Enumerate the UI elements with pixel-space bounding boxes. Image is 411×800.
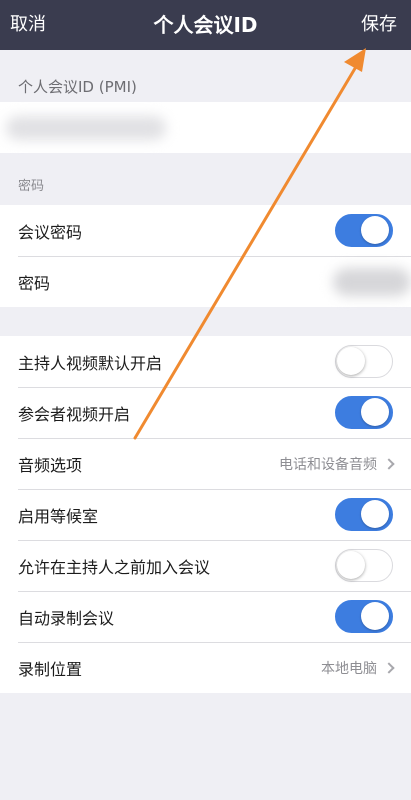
audio-options-row[interactable]: 音频选项 电话和设备音频: [0, 438, 411, 489]
password-value-redacted: [333, 268, 411, 296]
participant-video-label: 参会者视频开启: [18, 404, 131, 424]
join-before-host-toggle[interactable]: [335, 549, 393, 582]
waiting-room-label: 启用等候室: [18, 506, 99, 526]
password-row[interactable]: 密码: [0, 256, 411, 307]
settings-group: 主持人视频默认开启 参会者视频开启 音频选项 电话和设备音频 启用等候室 允许在…: [0, 336, 411, 693]
host-video-toggle[interactable]: [335, 345, 393, 378]
toggle-knob: [361, 216, 389, 244]
pmi-value-redacted: [6, 116, 166, 140]
participant-video-row: 参会者视频开启: [0, 387, 411, 438]
pmi-section-label: 个人会议ID (PMI): [18, 78, 137, 96]
record-location-value: 本地电脑: [321, 660, 377, 677]
record-location-row[interactable]: 录制位置 本地电脑: [0, 642, 411, 693]
toggle-knob: [337, 551, 365, 579]
meeting-password-label: 会议密码: [18, 222, 83, 242]
toggle-knob: [361, 500, 389, 528]
meeting-password-row: 会议密码: [0, 205, 411, 256]
auto-record-toggle[interactable]: [335, 600, 393, 633]
toggle-knob: [337, 347, 365, 375]
navigation-bar: 取消 个人会议ID 保存: [0, 0, 411, 50]
host-video-row: 主持人视频默认开启: [0, 336, 411, 387]
chevron-right-icon: [383, 457, 395, 470]
save-button[interactable]: 保存: [361, 0, 397, 50]
waiting-room-row: 启用等候室: [0, 489, 411, 540]
auto-record-label: 自动录制会议: [18, 608, 115, 628]
password-group: 会议密码 密码: [0, 205, 411, 307]
password-section-label: 密码: [18, 179, 45, 194]
page-title: 个人会议ID: [153, 13, 258, 37]
auto-record-row: 自动录制会议: [0, 591, 411, 642]
host-video-label: 主持人视频默认开启: [18, 353, 163, 373]
audio-options-value: 电话和设备音频: [279, 456, 377, 473]
meeting-password-toggle[interactable]: [335, 214, 393, 247]
toggle-knob: [361, 602, 389, 630]
audio-options-label: 音频选项: [18, 455, 83, 475]
chevron-right-icon: [383, 661, 395, 674]
join-before-host-row: 允许在主持人之前加入会议: [0, 540, 411, 591]
toggle-knob: [361, 398, 389, 426]
record-location-label: 录制位置: [18, 659, 83, 679]
pmi-value-row: [0, 102, 411, 153]
join-before-host-label: 允许在主持人之前加入会议: [18, 557, 211, 577]
waiting-room-toggle[interactable]: [335, 498, 393, 531]
participant-video-toggle[interactable]: [335, 396, 393, 429]
